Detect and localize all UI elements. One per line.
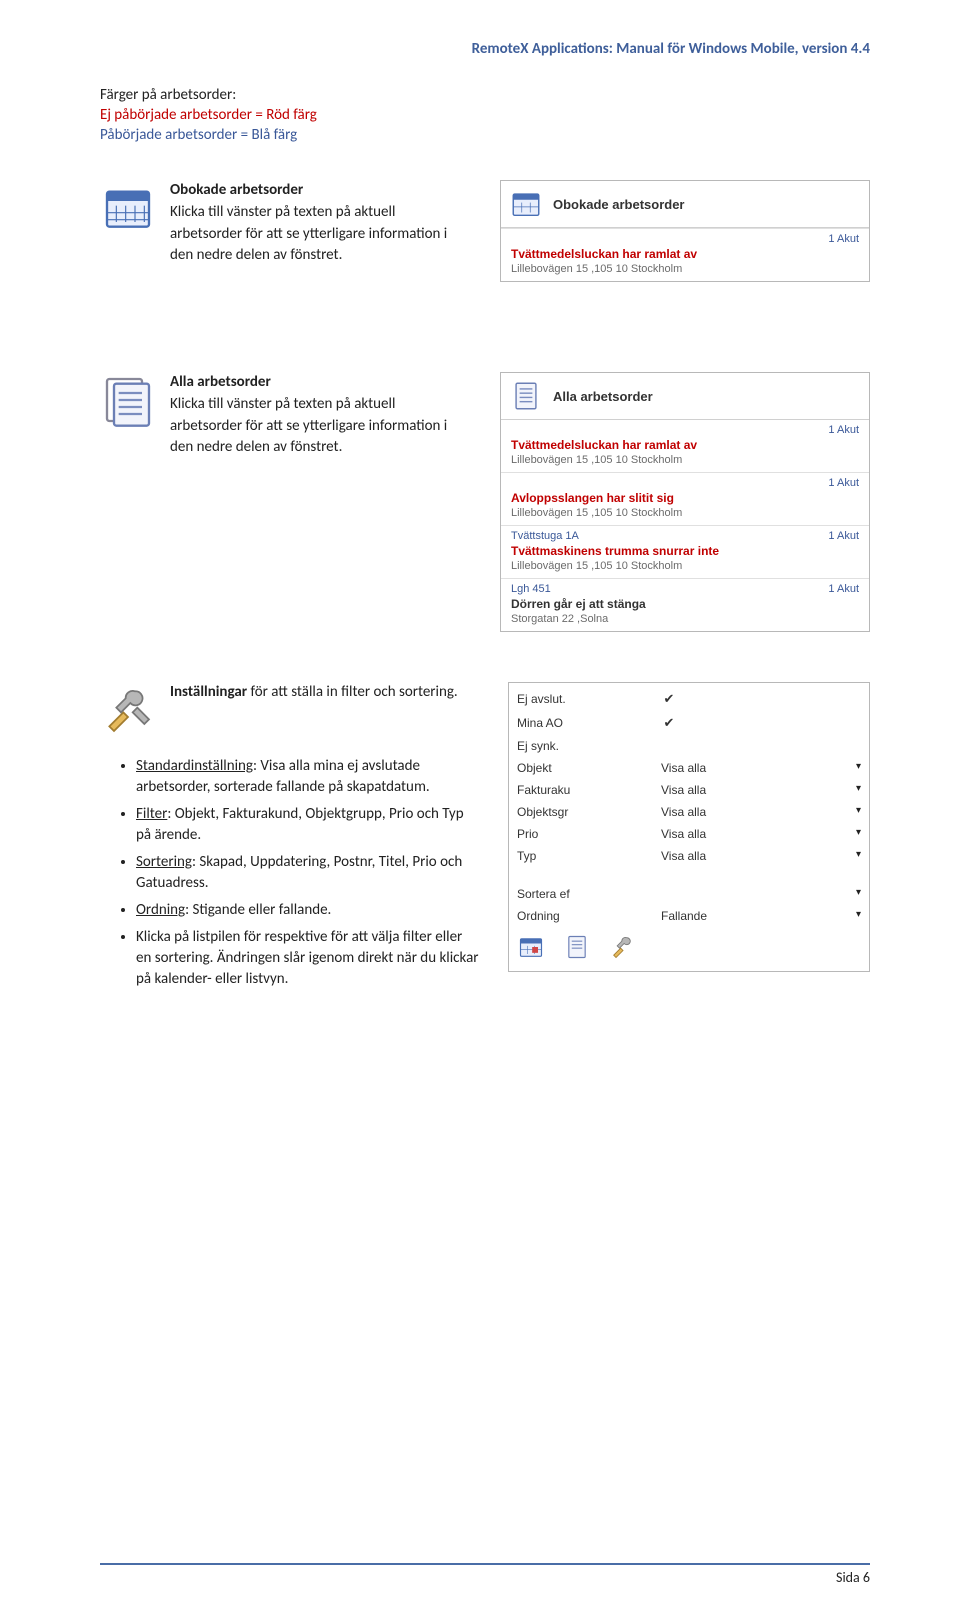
dropdown-value: Fallande (661, 909, 731, 923)
chevron-down-icon[interactable]: ▾ (856, 887, 861, 898)
setting-label: Ordning (509, 905, 653, 927)
setting-label: Fakturaku (509, 779, 653, 801)
settings-row[interactable]: Ej avslut. ✔ (509, 687, 869, 711)
block2-title: Alla arbetsorder (170, 373, 271, 391)
bullet-item: Filter: Objekt, Fakturakund, Objektgrupp… (136, 804, 480, 846)
item-title: Avloppsslangen har slitit sig (511, 491, 859, 505)
item-title: Dörren går ej att stänga (511, 597, 859, 611)
chevron-down-icon[interactable]: ▾ (856, 909, 861, 920)
dropdown-value: Visa alla (661, 849, 731, 863)
list-icon (100, 372, 170, 428)
dropdown-value: Visa alla (661, 805, 731, 819)
block1-title: Obokade arbetsorder (170, 181, 303, 199)
checkbox-icon[interactable]: ✔ (661, 715, 677, 731)
list-item[interactable]: Tvättstuga 1A 1 Akut Tvättmaskinens trumma… (501, 525, 869, 578)
dropdown-value: Visa alla (661, 783, 731, 797)
setting-label: Mina AO (509, 711, 653, 735)
settings-row[interactable]: Ordning Fallande ▾ (509, 905, 869, 927)
block1-desc: Klicka till vänster på texten på aktuell… (170, 203, 447, 265)
calendar-icon (509, 187, 543, 221)
screenshot-obokade: Obokade arbetsorder 1 Akut Tvättmedelslu… (500, 180, 870, 282)
screenshot-settings: Ej avslut. ✔ Mina AO ✔ Ej synk.Objekt Visa al… (508, 682, 870, 972)
chevron-down-icon[interactable]: ▾ (856, 805, 861, 816)
setting-label: Typ (509, 845, 653, 867)
list-item[interactable]: Lgh 451 1 Akut Dörren går ej att stänga Sto… (501, 578, 869, 631)
meta-left: Lgh 451 (511, 583, 551, 595)
checkbox-icon[interactable]: ✔ (661, 691, 677, 707)
list-icon (509, 379, 543, 413)
list-icon[interactable] (563, 933, 591, 961)
item-sub: Lillebovägen 15 ,105 10 Stockholm (511, 263, 859, 275)
setting-label: Prio (509, 823, 653, 845)
shot2-head: Alla arbetsorder (553, 389, 653, 404)
tools-icon (100, 682, 170, 738)
settings-row[interactable]: Prio Visa alla ▾ (509, 823, 869, 845)
setting-label: Objektsgr (509, 801, 653, 823)
block2-desc: Klicka till vänster på texten på aktuell… (170, 395, 447, 457)
settings-heading: Inställningar (170, 683, 247, 701)
item-title: Tvättmaskinens trumma snurrar inte (511, 544, 859, 558)
chevron-down-icon[interactable]: ▾ (856, 783, 861, 794)
item-sub: Storgatan 22 ,Solna (511, 613, 859, 625)
calendar-icon (100, 180, 170, 236)
screenshot-alla: Alla arbetsorder 1 Akut Tvättmedelsluckan… (500, 372, 870, 632)
list-item[interactable]: 1 Akut Tvättmedelsluckan har ramlat av L… (501, 228, 869, 281)
setting-label: Sortera ef (509, 883, 653, 905)
intro-heading: Färger på arbetsorder: (100, 86, 870, 104)
meta-left: Tvättstuga 1A (511, 530, 579, 542)
tools-icon[interactable] (609, 933, 637, 961)
list-item[interactable]: 1 Akut Avloppsslangen har slitit sig Lille… (501, 472, 869, 525)
meta-right: 1 Akut (828, 233, 859, 245)
chevron-down-icon[interactable]: ▾ (856, 827, 861, 838)
settings-row[interactable]: Typ Visa alla ▾ (509, 845, 869, 867)
shot1-head: Obokade arbetsorder (553, 197, 685, 212)
settings-row[interactable]: Objektsgr Visa alla ▾ (509, 801, 869, 823)
item-sub: Lillebovägen 15 ,105 10 Stockholm (511, 507, 859, 519)
setting-label: Ej synk. (509, 735, 653, 757)
settings-row[interactable]: Mina AO ✔ (509, 711, 869, 735)
bullet-item: Standardinställning: Visa alla mina ej a… (136, 756, 480, 798)
meta-right: 1 Akut (828, 477, 859, 489)
page-footer: Sida 6 (100, 1563, 870, 1586)
settings-row[interactable]: Objekt Visa alla ▾ (509, 757, 869, 779)
meta-right: 1 Akut (828, 583, 859, 595)
settings-heading-rest: för att ställa in filter och sortering. (247, 683, 458, 701)
bullet-item: Klicka på listpilen för respektive för a… (136, 927, 480, 990)
dropdown-value: Visa alla (661, 827, 731, 841)
document-header: RemoteX Applications: Manual för Windows… (100, 40, 870, 58)
item-title: Tvättmedelsluckan har ramlat av (511, 247, 859, 261)
calendar-icon[interactable] (517, 933, 545, 961)
item-sub: Lillebovägen 15 ,105 10 Stockholm (511, 560, 859, 572)
setting-label: Ej avslut. (509, 687, 653, 711)
meta-right: 1 Akut (828, 424, 859, 436)
settings-row[interactable]: Sortera ef ▾ (509, 883, 869, 905)
setting-label: Objekt (509, 757, 653, 779)
bullet-item: Ordning: Stigande eller fallande. (136, 900, 480, 921)
item-title: Tvättmedelsluckan har ramlat av (511, 438, 859, 452)
intro-red-line: Ej påbörjade arbetsorder = Röd färg (100, 106, 870, 124)
settings-row[interactable]: Fakturaku Visa alla ▾ (509, 779, 869, 801)
list-item[interactable]: 1 Akut Tvättmedelsluckan har ramlat av Lil… (501, 420, 869, 472)
settings-row[interactable]: Ej synk. (509, 735, 869, 757)
bullet-item: Sortering: Skapad, Uppdatering, Postnr, … (136, 852, 480, 894)
intro-blue-line: Påbörjade arbetsorder = Blå färg (100, 126, 870, 144)
dropdown-value: Visa alla (661, 761, 731, 775)
item-sub: Lillebovägen 15 ,105 10 Stockholm (511, 454, 859, 466)
meta-right: 1 Akut (828, 530, 859, 542)
chevron-down-icon[interactable]: ▾ (856, 849, 861, 860)
chevron-down-icon[interactable]: ▾ (856, 761, 861, 772)
